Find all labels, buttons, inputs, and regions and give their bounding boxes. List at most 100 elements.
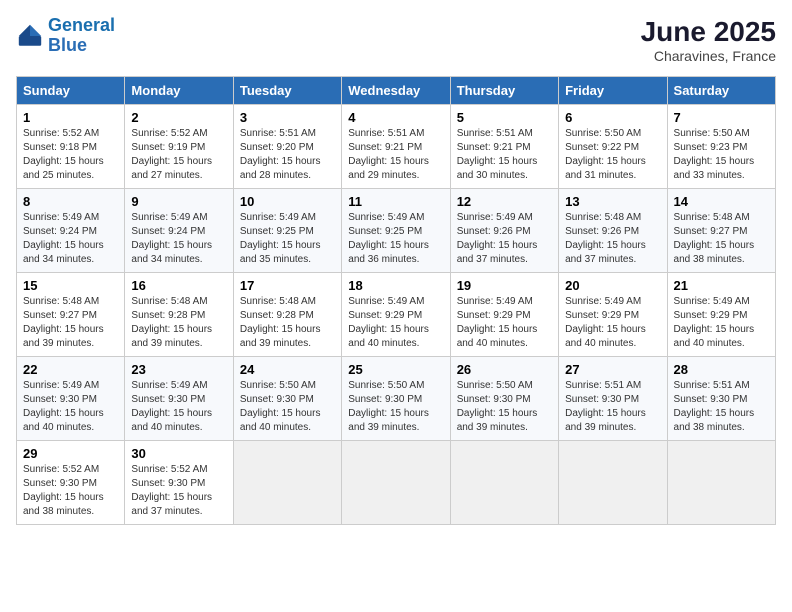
day-info: Sunrise: 5:50 AMSunset: 9:22 PMDaylight:… [565, 127, 660, 183]
page-header: General Blue June 2025 Charavines, Franc… [16, 16, 776, 64]
day-number: 14 [674, 194, 769, 209]
day-number: 26 [457, 362, 552, 377]
day-number: 16 [131, 278, 226, 293]
day-number: 29 [23, 446, 118, 461]
col-friday: Friday [559, 77, 667, 105]
day-info: Sunrise: 5:52 AMSunset: 9:30 PMDaylight:… [23, 463, 118, 519]
day-cell-6: 6 Sunrise: 5:50 AMSunset: 9:22 PMDaylight… [559, 105, 667, 189]
day-cell-5: 5Sunrise: 5:51 AMSunset: 9:21 PMDaylight… [450, 105, 558, 189]
day-info: Sunrise: 5:48 AMSunset: 9:28 PMDaylight:… [131, 295, 226, 351]
logo-icon [16, 22, 44, 50]
day-info: Sunrise: 5:51 AMSunset: 9:30 PMDaylight:… [565, 379, 660, 435]
day-cell-11: 11 Sunrise: 5:49 AMSunset: 9:25 PMDayligh… [342, 189, 450, 273]
day-number: 15 [23, 278, 118, 293]
day-info: Sunrise: 5:51 AMSunset: 9:21 PMDaylight:… [348, 127, 443, 183]
day-number: 21 [674, 278, 769, 293]
day-cell-28: 28 Sunrise: 5:51 AMSunset: 9:30 PMDayligh… [667, 357, 775, 441]
day-info: Sunrise: 5:49 AMSunset: 9:29 PMDaylight:… [565, 295, 660, 351]
day-cell-10: 10 Sunrise: 5:49 AMSunset: 9:25 PMDayligh… [233, 189, 341, 273]
day-number: 7 [674, 110, 769, 125]
day-info: Sunrise: 5:50 AMSunset: 9:30 PMDaylight:… [348, 379, 443, 435]
day-number: 25 [348, 362, 443, 377]
day-number: 2 [131, 110, 226, 125]
day-cell-12: 12 Sunrise: 5:49 AMSunset: 9:26 PMDayligh… [450, 189, 558, 273]
day-cell-24: 24 Sunrise: 5:50 AMSunset: 9:30 PMDayligh… [233, 357, 341, 441]
week-row-4: 22 Sunrise: 5:49 AMSunset: 9:30 PMDayligh… [17, 357, 776, 441]
week-row-3: 15 Sunrise: 5:48 AMSunset: 9:27 PMDayligh… [17, 273, 776, 357]
day-cell-9: 9Sunrise: 5:49 AMSunset: 9:24 PMDaylight… [125, 189, 233, 273]
day-number: 24 [240, 362, 335, 377]
day-info: Sunrise: 5:51 AMSunset: 9:30 PMDaylight:… [674, 379, 769, 435]
day-number: 13 [565, 194, 660, 209]
day-number: 18 [348, 278, 443, 293]
day-cell-7: 7 Sunrise: 5:50 AMSunset: 9:23 PMDaylight… [667, 105, 775, 189]
day-number: 9 [131, 194, 226, 209]
col-saturday: Saturday [667, 77, 775, 105]
day-info: Sunrise: 5:49 AMSunset: 9:24 PMDaylight:… [23, 211, 118, 267]
day-cell-27: 27 Sunrise: 5:51 AMSunset: 9:30 PMDayligh… [559, 357, 667, 441]
day-number: 11 [348, 194, 443, 209]
day-cell-23: 23 Sunrise: 5:49 AMSunset: 9:30 PMDayligh… [125, 357, 233, 441]
day-info: Sunrise: 5:49 AMSunset: 9:25 PMDaylight:… [240, 211, 335, 267]
day-info: Sunrise: 5:48 AMSunset: 9:27 PMDaylight:… [23, 295, 118, 351]
day-cell-null [667, 441, 775, 525]
col-wednesday: Wednesday [342, 77, 450, 105]
day-info: Sunrise: 5:48 AMSunset: 9:27 PMDaylight:… [674, 211, 769, 267]
day-number: 8 [23, 194, 118, 209]
week-row-5: 29 Sunrise: 5:52 AMSunset: 9:30 PMDayligh… [17, 441, 776, 525]
day-info: Sunrise: 5:50 AMSunset: 9:30 PMDaylight:… [457, 379, 552, 435]
col-sunday: Sunday [17, 77, 125, 105]
day-cell-18: 18 Sunrise: 5:49 AMSunset: 9:29 PMDayligh… [342, 273, 450, 357]
day-cell-8: 8 Sunrise: 5:49 AMSunset: 9:24 PMDaylight… [17, 189, 125, 273]
day-cell-3: 3 Sunrise: 5:51 AMSunset: 9:20 PMDaylight… [233, 105, 341, 189]
location: Charavines, France [641, 48, 776, 64]
day-number: 10 [240, 194, 335, 209]
day-info: Sunrise: 5:49 AMSunset: 9:26 PMDaylight:… [457, 211, 552, 267]
day-info: Sunrise: 5:49 AMSunset: 9:30 PMDaylight:… [131, 379, 226, 435]
day-cell-null [450, 441, 558, 525]
month-title: June 2025 [641, 16, 776, 48]
day-cell-15: 15 Sunrise: 5:48 AMSunset: 9:27 PMDayligh… [17, 273, 125, 357]
day-cell-null [233, 441, 341, 525]
day-cell-22: 22 Sunrise: 5:49 AMSunset: 9:30 PMDayligh… [17, 357, 125, 441]
day-info: Sunrise: 5:49 AMSunset: 9:29 PMDaylight:… [674, 295, 769, 351]
logo-blue: Blue [48, 35, 87, 55]
day-cell-21: 21 Sunrise: 5:49 AMSunset: 9:29 PMDayligh… [667, 273, 775, 357]
day-info: Sunrise: 5:50 AMSunset: 9:30 PMDaylight:… [240, 379, 335, 435]
col-tuesday: Tuesday [233, 77, 341, 105]
day-info: Sunrise: 5:52 AMSunset: 9:30 PMDaylight:… [131, 463, 226, 519]
day-cell-14: 14 Sunrise: 5:48 AMSunset: 9:27 PMDayligh… [667, 189, 775, 273]
day-cell-null [342, 441, 450, 525]
col-thursday: Thursday [450, 77, 558, 105]
day-cell-null [559, 441, 667, 525]
calendar-table: Sunday Monday Tuesday Wednesday Thursday… [16, 76, 776, 525]
day-number: 12 [457, 194, 552, 209]
day-number: 6 [565, 110, 660, 125]
day-info: Sunrise: 5:49 AMSunset: 9:29 PMDaylight:… [457, 295, 552, 351]
day-cell-19: 19Sunrise: 5:49 AMSunset: 9:29 PMDayligh… [450, 273, 558, 357]
day-cell-16: 16 Sunrise: 5:48 AMSunset: 9:28 PMDayligh… [125, 273, 233, 357]
week-row-1: 1Sunrise: 5:52 AMSunset: 9:18 PMDaylight… [17, 105, 776, 189]
day-cell-4: 4 Sunrise: 5:51 AMSunset: 9:21 PMDaylight… [342, 105, 450, 189]
day-number: 17 [240, 278, 335, 293]
day-info: Sunrise: 5:49 AMSunset: 9:29 PMDaylight:… [348, 295, 443, 351]
col-monday: Monday [125, 77, 233, 105]
day-number: 28 [674, 362, 769, 377]
day-cell-20: 20 Sunrise: 5:49 AMSunset: 9:29 PMDayligh… [559, 273, 667, 357]
day-cell-30: 30 Sunrise: 5:52 AMSunset: 9:30 PMDayligh… [125, 441, 233, 525]
day-number: 3 [240, 110, 335, 125]
day-number: 1 [23, 110, 118, 125]
day-number: 27 [565, 362, 660, 377]
day-number: 22 [23, 362, 118, 377]
day-number: 23 [131, 362, 226, 377]
day-number: 4 [348, 110, 443, 125]
day-number: 20 [565, 278, 660, 293]
day-cell-25: 25 Sunrise: 5:50 AMSunset: 9:30 PMDayligh… [342, 357, 450, 441]
day-number: 30 [131, 446, 226, 461]
day-info: Sunrise: 5:49 AMSunset: 9:30 PMDaylight:… [23, 379, 118, 435]
day-info: Sunrise: 5:50 AMSunset: 9:23 PMDaylight:… [674, 127, 769, 183]
day-cell-13: 13 Sunrise: 5:48 AMSunset: 9:26 PMDayligh… [559, 189, 667, 273]
day-info: Sunrise: 5:48 AMSunset: 9:26 PMDaylight:… [565, 211, 660, 267]
day-info: Sunrise: 5:49 AMSunset: 9:25 PMDaylight:… [348, 211, 443, 267]
day-info: Sunrise: 5:51 AMSunset: 9:20 PMDaylight:… [240, 127, 335, 183]
